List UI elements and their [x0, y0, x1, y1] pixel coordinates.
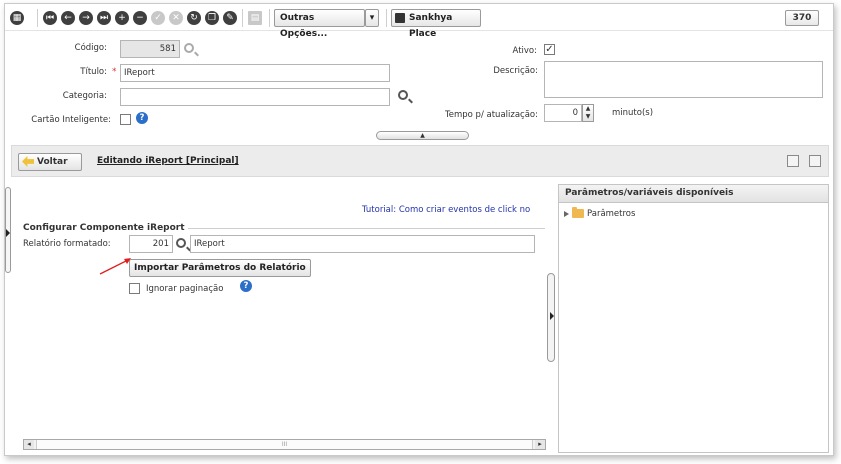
parameters-panel: Parâmetros/variáveis disponíveis Parâmet…	[558, 184, 829, 453]
scroll-thumb[interactable]: III	[36, 440, 533, 449]
horizontal-scrollbar[interactable]: ◂ III ▸	[23, 439, 546, 450]
relatorio-code-field[interactable]: 201	[129, 235, 173, 253]
titulo-label: Título:	[80, 67, 107, 77]
more-options-label: Outras Opções...	[280, 13, 328, 39]
codigo-label: Código:	[74, 43, 107, 53]
relatorio-formatado-label: Relatório formatado:	[23, 239, 111, 249]
chevron-down-icon: ▾	[369, 13, 375, 23]
window-frame: ▦ ⏮ ← → ⏭ + − ✓ ✕ ↻ ❐ ✎ ▤ Outras Opções.…	[4, 3, 834, 456]
breadcrumb: Voltar Editando iReport [Principal]	[11, 145, 829, 177]
expand-right-icon[interactable]	[6, 229, 10, 237]
refresh-icon[interactable]: ↻	[187, 11, 201, 25]
previous-record-icon[interactable]: ←	[61, 11, 75, 25]
parameters-panel-title: Parâmetros/variáveis disponíveis	[559, 185, 828, 203]
ignorar-paginacao-label: Ignorar paginação	[146, 284, 224, 294]
back-label: Voltar	[37, 157, 68, 167]
remove-icon[interactable]: −	[133, 11, 147, 25]
confirm-icon[interactable]: ✓	[151, 11, 165, 25]
duplicate-icon[interactable]: ❐	[205, 11, 219, 25]
tree-view-icon[interactable]	[787, 155, 799, 167]
first-record-icon[interactable]: ⏮	[43, 11, 57, 25]
cartao-inteligente-checkbox[interactable]	[120, 114, 131, 125]
toolbar-separator	[269, 9, 270, 27]
folder-icon	[572, 207, 584, 218]
descricao-field[interactable]	[544, 61, 823, 98]
edit-icon[interactable]: ✎	[223, 11, 237, 25]
grid-view-icon[interactable]: ▤	[248, 11, 262, 25]
categoria-label: Categoria:	[62, 91, 107, 101]
collapse-up-icon: ▲	[420, 132, 425, 139]
relatorio-search-icon[interactable]	[176, 238, 186, 248]
next-record-icon[interactable]: →	[79, 11, 93, 25]
toolbar-separator	[386, 9, 387, 27]
place-label: Sankhya Place	[409, 13, 453, 39]
help-icon[interactable]: ?	[136, 112, 148, 124]
annotation-arrow-icon	[99, 258, 131, 275]
tempo-unit-label: minuto(s)	[612, 108, 654, 118]
scroll-left-icon[interactable]: ◂	[24, 440, 34, 449]
toolbar-separator	[37, 9, 38, 27]
categoria-search-icon[interactable]	[398, 90, 408, 100]
main-toolbar: ▦ ⏮ ← → ⏭ + − ✓ ✕ ↻ ❐ ✎ ▤ Outras Opções.…	[5, 4, 833, 39]
tutorial-link[interactable]: Tutorial: Como criar eventos de click no	[362, 205, 530, 215]
cartao-inteligente-label: Cartão Inteligente:	[31, 115, 111, 125]
grid-menu-icon[interactable]: ▦	[10, 11, 24, 25]
tempo-atualizacao-label: Tempo p/ atualização:	[445, 110, 538, 120]
section-divider	[188, 228, 545, 229]
page-title[interactable]: Editando iReport [Principal]	[97, 156, 239, 166]
tempo-stepper[interactable]: ▲ ▼	[582, 104, 594, 122]
categoria-field[interactable]	[120, 88, 390, 106]
ativo-checkbox[interactable]: ✓	[544, 44, 555, 55]
required-marker: *	[112, 67, 117, 77]
tree-item-parametros[interactable]: Parâmetros	[564, 207, 636, 219]
toolbar-separator	[242, 9, 243, 27]
codigo-field: 581	[120, 40, 180, 58]
list-view-icon[interactable]	[809, 155, 821, 167]
collapse-header-button[interactable]: ▲	[376, 131, 469, 140]
more-options-dropdown[interactable]: ▾	[365, 9, 379, 27]
back-arrow-icon	[22, 156, 34, 167]
titulo-field[interactable]: IReport	[120, 64, 390, 82]
section-title: Configurar Componente iReport	[23, 223, 185, 233]
cancel-icon[interactable]: ✕	[169, 11, 183, 25]
import-parameters-button[interactable]: Importar Parâmetros do Relatório	[129, 259, 311, 277]
sankhya-place-button[interactable]: Sankhya Place	[391, 9, 481, 39]
relatorio-name-field: IReport	[190, 235, 535, 253]
expand-icon[interactable]	[564, 210, 569, 217]
more-options-button[interactable]: Outras Opções...	[274, 9, 365, 39]
codigo-search-icon[interactable]	[184, 43, 194, 53]
last-record-icon[interactable]: ⏭	[97, 11, 111, 25]
add-icon[interactable]: +	[115, 11, 129, 25]
ativo-label: Ativo:	[512, 46, 537, 56]
help-icon[interactable]: ?	[240, 280, 252, 292]
splitter-arrow-icon[interactable]	[550, 312, 554, 320]
stepper-down-icon[interactable]: ▼	[583, 113, 593, 121]
ignorar-paginacao-checkbox[interactable]	[129, 283, 140, 294]
scroll-right-icon[interactable]: ▸	[535, 440, 545, 449]
record-count-badge: 370	[785, 10, 819, 26]
stepper-up-icon[interactable]: ▲	[583, 105, 593, 113]
tree-item-label: Parâmetros	[587, 209, 636, 219]
place-icon	[395, 13, 405, 23]
back-button[interactable]: Voltar	[18, 153, 82, 171]
descricao-label: Descrição:	[493, 66, 538, 76]
tempo-atualizacao-field[interactable]: 0	[544, 104, 582, 122]
